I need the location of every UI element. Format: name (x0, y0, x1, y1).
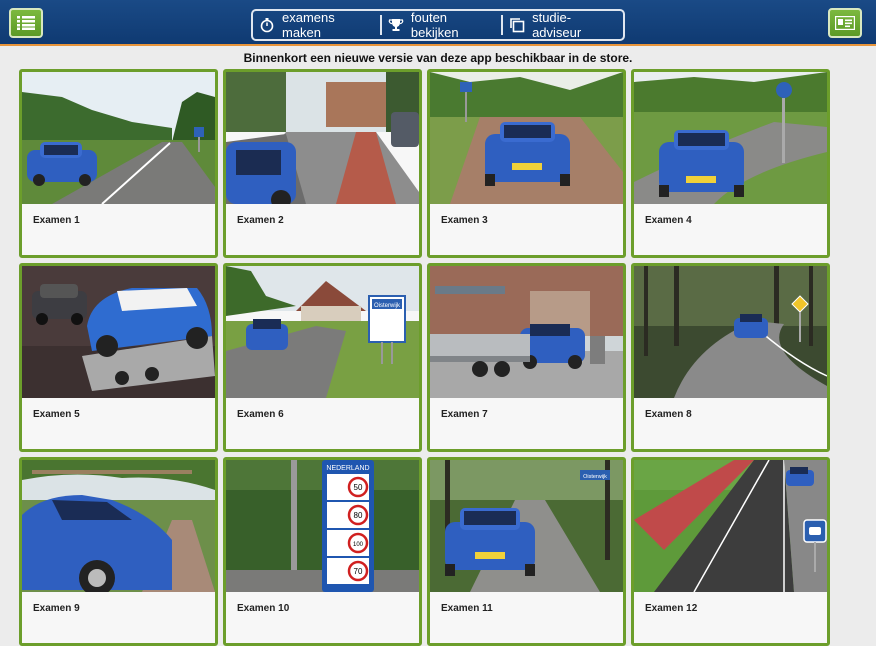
exam-label: Examen 11 (441, 603, 493, 614)
speed-limit-text: 50 (354, 483, 363, 492)
place-sign-text: Oisterwijk (583, 474, 607, 480)
exam-label: Examen 8 (645, 409, 692, 420)
exam-photo (430, 266, 623, 398)
update-notice: Binnenkort een nieuwe versie van deze ap… (243, 51, 633, 65)
list-icon (17, 16, 35, 30)
exam-label: Examen 10 (237, 603, 290, 614)
exam-label: Examen 12 (645, 603, 698, 614)
exam-label: Examen 9 (33, 603, 80, 614)
speed-limit-text: 80 (354, 511, 363, 520)
exam-tile-7[interactable]: Examen 7 (427, 263, 626, 452)
exam-tile-3[interactable]: Examen 3 (427, 69, 626, 258)
exam-photo (634, 460, 827, 592)
nav-studie-adviseur[interactable]: studie-adviseur (503, 10, 623, 40)
exam-tile-4[interactable]: Examen 4 (631, 69, 830, 258)
stopwatch-icon (259, 17, 275, 33)
exam-label: Examen 3 (441, 215, 488, 226)
exam-photo: Oisterwijk (430, 460, 623, 592)
exam-photo (634, 72, 827, 204)
exam-tile-6[interactable]: Oisterwijk Examen 6 (223, 263, 422, 452)
nav-label: fouten bekijken (410, 10, 459, 40)
exam-photo (430, 72, 623, 204)
menu-button[interactable] (9, 8, 43, 38)
id-card-icon (835, 16, 855, 30)
speed-limit-text: 70 (354, 567, 363, 576)
exam-label: Examen 4 (645, 215, 692, 226)
top-bar: examens maken fouten bekijken studie-adv… (0, 0, 876, 46)
nav-fouten-bekijken[interactable]: fouten bekijken (382, 10, 501, 40)
exam-label: Examen 5 (33, 409, 80, 420)
exam-photo (22, 72, 215, 204)
exam-photo (22, 266, 215, 398)
profile-button[interactable] (828, 8, 862, 38)
main-nav: examens maken fouten bekijken studie-adv… (251, 9, 625, 41)
exam-tile-2[interactable]: Examen 2 (223, 69, 422, 258)
speed-limit-text: 100 (353, 542, 364, 548)
exam-tile-10[interactable]: NEDERLAND 50 80 100 70 Examen 10 (223, 457, 422, 646)
exam-tile-8[interactable]: Examen 8 (631, 263, 830, 452)
exam-label: Examen 7 (441, 409, 488, 420)
exam-photo: NEDERLAND 50 80 100 70 (226, 460, 419, 592)
exam-tile-12[interactable]: Examen 12 (631, 457, 830, 646)
exam-tile-5[interactable]: Examen 5 (19, 263, 218, 452)
exam-tile-11[interactable]: Oisterwijk Examen 11 (427, 457, 626, 646)
exam-photo (226, 72, 419, 204)
nav-examens-maken[interactable]: examens maken (253, 10, 380, 40)
trophy-icon (388, 17, 404, 33)
exam-tile-1[interactable]: Examen 1 (19, 69, 218, 258)
nav-label: studie-adviseur (532, 10, 582, 40)
exam-photo (22, 460, 215, 592)
exam-photo: Oisterwijk (226, 266, 419, 398)
exam-photo (634, 266, 827, 398)
exam-label: Examen 1 (33, 215, 80, 226)
exam-tile-9[interactable]: Examen 9 (19, 457, 218, 646)
exam-label: Examen 6 (237, 409, 284, 420)
copy-icon (509, 17, 525, 33)
exam-label: Examen 2 (237, 215, 284, 226)
country-sign-text: NEDERLAND (326, 465, 369, 472)
place-sign-text: Oisterwijk (374, 303, 401, 309)
nav-label: examens maken (282, 10, 335, 40)
